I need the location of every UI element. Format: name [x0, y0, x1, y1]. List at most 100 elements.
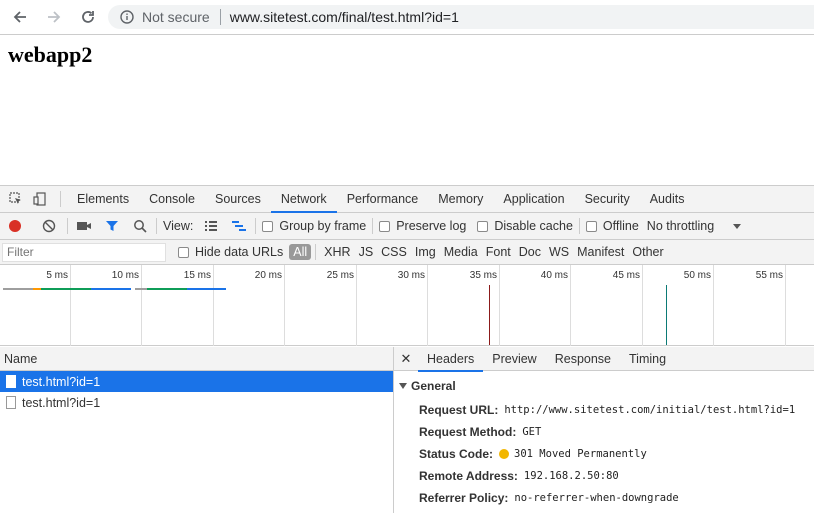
header-key: Request Method: — [419, 425, 517, 439]
overview-tick-label: 25 ms — [326, 270, 354, 281]
list-icon — [205, 221, 218, 231]
table-row[interactable]: test.html?id=1 — [0, 371, 393, 392]
filter-type-all[interactable]: All — [289, 244, 312, 260]
record-icon — [9, 220, 21, 232]
throttling-select[interactable]: No throttling — [647, 219, 742, 233]
security-status[interactable]: Not secure — [142, 9, 210, 25]
request-list: Name test.html?id=1 test.html?id=1 — [0, 347, 394, 513]
overview-gridline — [499, 265, 500, 346]
overview-request-bar — [41, 288, 91, 290]
arrow-left-icon — [13, 11, 26, 23]
search-button[interactable] — [130, 216, 150, 236]
filter-type-font[interactable]: Font — [482, 245, 515, 259]
close-detail-icon[interactable]: ✕ — [394, 351, 418, 367]
tab-console[interactable]: Console — [139, 186, 205, 212]
load-event-line — [666, 285, 667, 345]
group-by-frame-checkbox[interactable]: Group by frame — [262, 219, 366, 233]
tab-sources[interactable]: Sources — [205, 186, 271, 212]
filter-type-css[interactable]: CSS — [377, 245, 411, 259]
tab-network[interactable]: Network — [270, 186, 337, 213]
reload-button[interactable] — [76, 5, 100, 29]
filter-type-js[interactable]: JS — [355, 245, 378, 259]
overview-gridline — [713, 265, 714, 346]
disable-cache-label: Disable cache — [494, 219, 573, 233]
clear-button[interactable] — [39, 216, 59, 236]
overview-tick-label: 50 ms — [683, 270, 711, 281]
header-row-request-method: Request Method: GET — [394, 421, 814, 443]
device-icon — [33, 192, 46, 206]
checkbox-box[interactable] — [379, 220, 391, 232]
tab-application[interactable]: Application — [493, 186, 574, 212]
overview-gridline — [785, 265, 786, 346]
disable-cache-checkbox[interactable]: Disable cache — [477, 219, 573, 233]
overview-tick-label: 55 ms — [755, 270, 783, 281]
cursor-select-icon — [9, 192, 21, 204]
tab-security[interactable]: Security — [575, 186, 640, 212]
waterfall-icon — [232, 221, 247, 231]
hide-data-urls-label: Hide data URLs — [195, 245, 284, 259]
filter-type-doc[interactable]: Doc — [515, 245, 545, 259]
status-warning-icon — [499, 449, 510, 459]
filter-input[interactable] — [2, 242, 166, 262]
filter-divider — [315, 244, 317, 260]
throttling-value: No throttling — [646, 219, 715, 233]
filter-toggle-button[interactable] — [102, 216, 122, 236]
tab-audits[interactable]: Audits — [640, 186, 695, 212]
view-label: View: — [163, 219, 194, 233]
overview-tick-label: 15 ms — [183, 270, 211, 281]
document-icon — [6, 396, 16, 409]
tab-timing[interactable]: Timing — [620, 347, 675, 371]
filter-type-img[interactable]: Img — [411, 245, 440, 259]
filter-type-xhr[interactable]: XHR — [320, 245, 354, 259]
record-button[interactable] — [5, 216, 25, 236]
filter-type-manifest[interactable]: Manifest — [573, 245, 628, 259]
offline-label: Offline — [602, 219, 639, 233]
tab-headers[interactable]: Headers — [418, 347, 484, 372]
overview-toggle-button[interactable] — [229, 216, 249, 236]
capture-screenshots-button[interactable] — [74, 216, 94, 236]
large-rows-button[interactable] — [201, 216, 221, 236]
header-value: 192.168.2.50:80 — [523, 470, 619, 482]
header-row-request-url: Request URL: http://www.sitetest.com/ini… — [394, 399, 814, 421]
filter-type-media[interactable]: Media — [440, 245, 482, 259]
table-row[interactable]: test.html?id=1 — [0, 392, 393, 413]
overview-request-bar — [91, 288, 131, 290]
filter-type-ws[interactable]: WS — [545, 245, 573, 259]
offline-checkbox[interactable]: Offline — [585, 219, 639, 233]
tab-performance[interactable]: Performance — [337, 186, 429, 212]
checkbox-box[interactable] — [178, 246, 189, 258]
address-bar[interactable]: Not secure www.sitetest.com/final/test.h… — [108, 5, 814, 29]
inspect-element-button[interactable] — [6, 189, 26, 209]
toolbar-divider — [578, 218, 580, 234]
tab-elements[interactable]: Elements — [67, 186, 139, 212]
forward-button[interactable] — [42, 5, 66, 29]
preserve-log-label: Preserve log — [396, 219, 467, 233]
hide-data-urls-checkbox[interactable]: Hide data URLs — [178, 245, 283, 259]
overview-request-bar — [135, 288, 147, 290]
column-header-name[interactable]: Name — [0, 347, 393, 371]
general-section-toggle[interactable]: General — [399, 379, 814, 393]
checkbox-box[interactable] — [585, 220, 597, 232]
devtools-tabbar: Elements Console Sources Network Perform… — [0, 185, 814, 213]
browser-toolbar: Not secure www.sitetest.com/final/test.h… — [0, 0, 814, 35]
overview-request-bar — [187, 288, 226, 290]
back-button[interactable] — [8, 5, 32, 29]
tab-response[interactable]: Response — [546, 347, 620, 371]
clear-icon — [42, 219, 56, 233]
preserve-log-checkbox[interactable]: Preserve log — [379, 219, 466, 233]
header-key: Request URL: — [419, 403, 499, 417]
checkbox-box[interactable] — [477, 220, 489, 232]
checkbox-box[interactable] — [262, 220, 274, 232]
filter-type-other[interactable]: Other — [628, 245, 667, 259]
overview-tick-label: 40 ms — [540, 270, 568, 281]
url-text[interactable]: www.sitetest.com/final/test.html?id=1 — [230, 9, 459, 25]
header-value: GET — [522, 426, 542, 438]
info-icon[interactable] — [120, 10, 134, 24]
tab-preview[interactable]: Preview — [483, 347, 545, 371]
filter-bar: Hide data URLs All XHR JS CSS Img Media … — [0, 240, 814, 265]
devtools-panel: Elements Console Sources Network Perform… — [0, 185, 814, 513]
tab-memory[interactable]: Memory — [428, 186, 493, 212]
network-overview[interactable]: 5 ms 10 ms 15 ms 20 ms 25 ms 30 ms 35 ms… — [0, 265, 814, 346]
device-toolbar-button[interactable] — [30, 189, 50, 209]
header-row-remote-address: Remote Address: 192.168.2.50:80 — [394, 465, 814, 487]
